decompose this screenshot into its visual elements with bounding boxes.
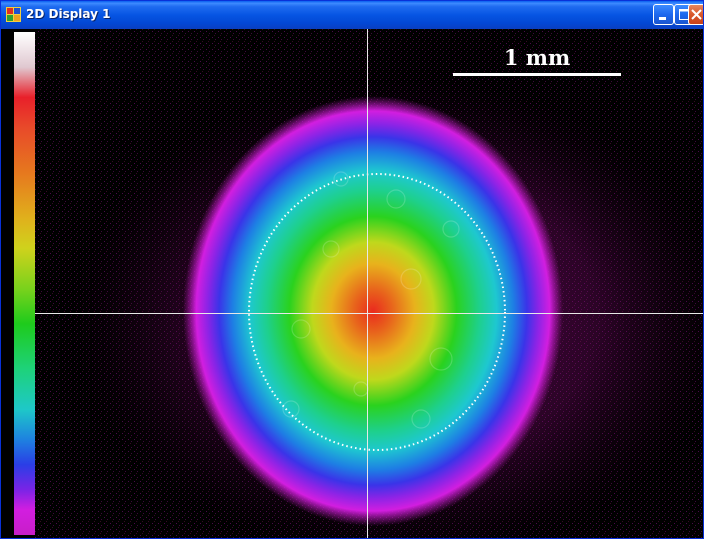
crosshair-horizontal[interactable] [35,313,703,314]
title-bar[interactable]: 2D Display 1 [1,1,703,29]
close-icon [691,9,702,20]
window-title: 2D Display 1 [26,7,111,21]
minimize-icon [659,17,666,20]
scale-bar [453,73,621,76]
display-window: 2D Display 1 1 mm [0,0,704,539]
beam-profile-image [35,29,703,538]
display-canvas[interactable]: 1 mm [1,29,703,538]
minimize-button[interactable] [653,4,674,25]
scale-bar-label: 1 mm [503,45,571,70]
close-button[interactable] [688,4,703,25]
app-icon[interactable] [6,7,21,22]
crosshair-vertical[interactable] [367,29,368,538]
colormap-legend [14,32,35,535]
